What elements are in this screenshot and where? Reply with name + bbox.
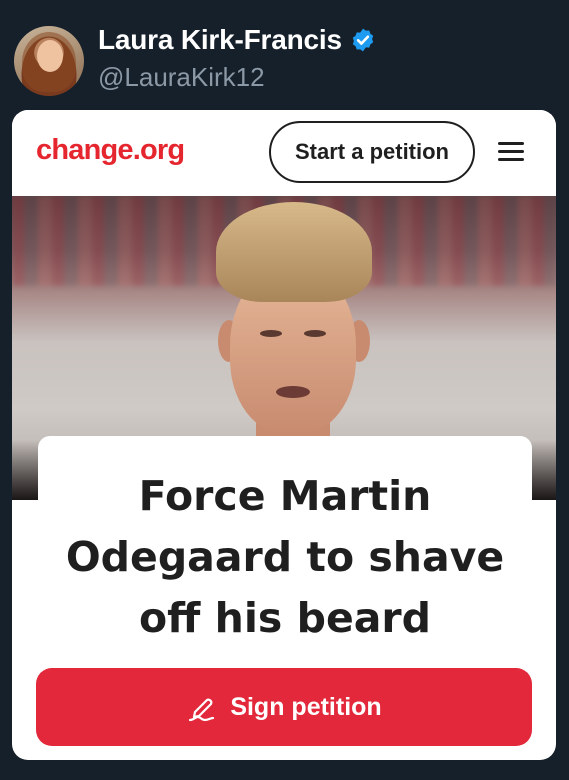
petition-title: Force Martin Odegaard to shave off his b…: [65, 472, 505, 642]
sign-petition-button: Sign petition: [36, 668, 532, 746]
sign-petition-label: Sign petition: [230, 692, 382, 721]
site-header: change.org Start a petition: [12, 110, 556, 198]
user-avatar[interactable]: [14, 26, 84, 96]
verified-badge-icon: [352, 28, 374, 52]
tweet-header: Laura Kirk-Francis @LauraKirk12: [14, 22, 554, 98]
petition-card-image[interactable]: change.org Start a petition Force Martin…: [12, 110, 556, 760]
pen-signature-icon: [189, 698, 215, 722]
display-name[interactable]: Laura Kirk-Francis: [98, 24, 342, 56]
petition-title-panel: Force Martin Odegaard to shave off his b…: [38, 436, 532, 656]
display-name-row[interactable]: Laura Kirk-Francis: [98, 24, 376, 56]
user-handle[interactable]: @LauraKirk12: [98, 62, 265, 93]
hamburger-menu-icon: [498, 142, 524, 164]
start-petition-button: Start a petition: [269, 121, 475, 183]
change-org-logo: change.org: [36, 134, 185, 166]
